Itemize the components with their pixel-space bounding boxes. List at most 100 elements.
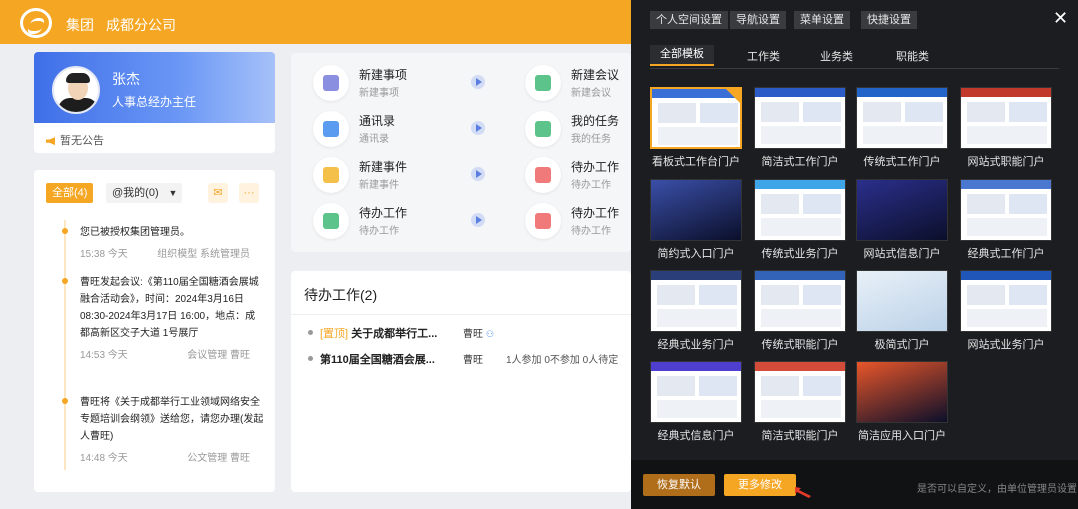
more-modify-button[interactable]: 更多修改 — [724, 474, 796, 496]
template-thumbnail — [960, 87, 1052, 149]
todo-row-title: 第110届全国糖酒会展... — [320, 354, 435, 366]
quick-action-item[interactable]: 通讯录 通讯录 — [291, 109, 485, 149]
template-name: 简洁应用入口门户 — [858, 430, 946, 442]
speaker-icon — [46, 137, 55, 146]
todo-row[interactable]: 第110届全国糖酒会展... 曹旺 1人参加 0不参加 0人待定 — [308, 351, 628, 367]
template-card[interactable]: 极简式门户 — [856, 270, 948, 352]
template-card[interactable]: 网站式职能门户 — [960, 87, 1052, 169]
todo-row-owner: 曹旺 — [463, 329, 483, 340]
template-card[interactable]: 经典式信息门户 — [650, 361, 742, 443]
tab-all-templates[interactable]: 全部模板 — [650, 45, 714, 66]
tab-business[interactable]: 业务类 — [820, 48, 853, 64]
template-card[interactable]: 网站式信息门户 — [856, 179, 948, 261]
tab-navigation[interactable]: 导航设置 — [730, 11, 786, 29]
panel-footer: 恢复默认 更多修改 是否可以自定义，由单位管理员设置 — [631, 460, 1078, 509]
timeline-line — [64, 220, 66, 470]
tab-personal-space[interactable]: 个人空间设置 — [650, 11, 728, 29]
hint-text: 是否可以自定义，由单位管理员设置 — [917, 484, 1077, 495]
template-thumbnail — [960, 270, 1052, 332]
settings-panel: 个人空间设置 导航设置 菜单设置 快捷设置 ✕ 全部模板 工作类 业务类 职能类… — [631, 0, 1078, 509]
more-icon[interactable]: ··· — [239, 183, 259, 203]
profile-name: 张杰 — [112, 71, 140, 87]
message-item[interactable]: 曹旺将《关于成都举行工业领域网络安全专题培训会纲领》送给您，请您办理(发起人曹旺… — [62, 394, 264, 464]
play-icon — [471, 213, 485, 227]
quick-actions-panel: 新建事项 新建事项 新建会议 新建会议 通讯录 通讯录 我的任务 我的任务 新建事件 新建… — [291, 53, 631, 252]
chevron-down-icon[interactable]: ▼ — [164, 183, 182, 203]
template-card[interactable]: 传统式职能门户 — [754, 270, 846, 352]
quick-action-item[interactable]: 新建事件 新建事件 — [291, 155, 485, 195]
template-card[interactable]: 传统式工作门户 — [856, 87, 948, 169]
message-text: 曹旺发起会议:《第110届全国糖酒会展城融合活动会》，时间：2024年3月16日… — [80, 277, 259, 339]
message-item[interactable]: 曹旺发起会议:《第110届全国糖酒会展城融合活动会》，时间：2024年3月16日… — [62, 274, 264, 361]
todo-icon — [525, 203, 561, 239]
profile-title: 人事总经办主任 — [112, 95, 197, 109]
message-panel: 全部(4) @我的(0) ▼ ✉ ··· 您已被授权集团管理员。 15:38 今… — [34, 170, 275, 492]
message-source: 会议管理 曹旺 — [187, 350, 250, 361]
tab-all-messages[interactable]: 全部(4) — [46, 183, 94, 203]
template-thumbnail — [650, 179, 742, 241]
branch-name: 成都分公司 — [106, 17, 176, 33]
quick-action-item[interactable]: 新建事项 新建事项 — [291, 63, 485, 103]
template-thumbnail — [960, 179, 1052, 241]
message-text: 曹旺将《关于成都举行工业领域网络安全专题培训会纲领》送给您，请您办理(发起人曹旺… — [80, 397, 264, 442]
new-item-icon — [313, 65, 349, 101]
template-card[interactable]: 简洁式职能门户 — [754, 361, 846, 443]
template-name: 看板式工作台门户 — [652, 156, 740, 168]
tab-mentions[interactable]: @我的(0) — [106, 183, 165, 203]
play-icon — [471, 121, 485, 135]
message-time: 14:48 今天 — [80, 453, 128, 464]
pin-tag: [置顶] — [320, 328, 349, 340]
template-card[interactable]: 简约式入口门户 — [650, 179, 742, 261]
contacts-icon — [313, 111, 349, 147]
template-thumbnail — [650, 87, 742, 149]
template-card[interactable]: 经典式工作门户 — [960, 179, 1052, 261]
template-thumbnail — [754, 270, 846, 332]
template-card[interactable]: 简洁应用入口门户 — [856, 361, 948, 443]
message-text: 您已被授权集团管理员。 — [80, 227, 190, 238]
quick-action-item[interactable]: 待办工作 待办工作 — [291, 201, 485, 241]
notice-bar[interactable]: 暂无公告 — [46, 132, 104, 148]
mail-icon[interactable]: ✉ — [208, 183, 228, 203]
todo-row-title: 关于成都举行工... — [351, 328, 438, 340]
tab-shortcut[interactable]: 快捷设置 — [861, 11, 917, 29]
org-title[interactable]: 集团 成都分公司 — [66, 15, 188, 35]
template-card[interactable]: 简洁式工作门户 — [754, 87, 846, 169]
template-card[interactable]: 网站式业务门户 — [960, 270, 1052, 352]
profile-card: 张杰 人事总经办主任 暂无公告 — [34, 52, 275, 153]
org-name: 集团 — [66, 17, 94, 33]
template-thumbnail — [856, 179, 948, 241]
tab-work[interactable]: 工作类 — [747, 48, 780, 64]
restore-default-button[interactable]: 恢复默认 — [643, 474, 715, 496]
avatar[interactable] — [52, 66, 100, 114]
todo-icon — [525, 157, 561, 193]
todo-title: 待办工作(2) — [304, 287, 378, 303]
template-card[interactable]: 经典式业务门户 — [650, 270, 742, 352]
template-name: 网站式信息门户 — [863, 248, 941, 260]
message-item[interactable]: 您已被授权集团管理员。 15:38 今天 组织模型 系统管理员 — [62, 224, 264, 260]
template-name: 简洁式工作门户 — [761, 156, 839, 168]
template-name: 传统式工作门户 — [863, 156, 941, 168]
template-name: 传统式职能门户 — [761, 339, 839, 351]
template-name: 经典式信息门户 — [657, 430, 735, 442]
task-icon — [525, 111, 561, 147]
template-name: 网站式业务门户 — [967, 339, 1045, 351]
tab-function[interactable]: 职能类 — [896, 48, 929, 64]
message-time: 14:53 今天 — [80, 350, 128, 361]
event-icon — [313, 157, 349, 193]
notice-text: 暂无公告 — [60, 135, 104, 147]
profile-banner: 张杰 人事总经办主任 — [34, 52, 275, 123]
todo-icon — [313, 203, 349, 239]
meeting-icon — [525, 65, 561, 101]
user-icon: ⚇ — [486, 329, 495, 339]
template-card[interactable]: 看板式工作台门户 — [650, 87, 742, 169]
template-name: 简约式入口门户 — [657, 248, 735, 260]
template-name: 网站式职能门户 — [967, 156, 1045, 168]
close-icon[interactable]: ✕ — [1053, 8, 1068, 29]
template-card[interactable]: 传统式业务门户 — [754, 179, 846, 261]
todo-row[interactable]: [置顶] 关于成都举行工... 曹旺 ⚇ — [308, 325, 628, 341]
tab-menu[interactable]: 菜单设置 — [794, 11, 850, 29]
message-source: 组织模型 系统管理员 — [157, 249, 250, 260]
todo-panel: 待办工作(2) [置顶] 关于成都举行工... 曹旺 ⚇ 第110届全国糖酒会展.… — [291, 271, 631, 492]
company-logo-icon — [20, 8, 52, 38]
template-thumbnail — [754, 179, 846, 241]
